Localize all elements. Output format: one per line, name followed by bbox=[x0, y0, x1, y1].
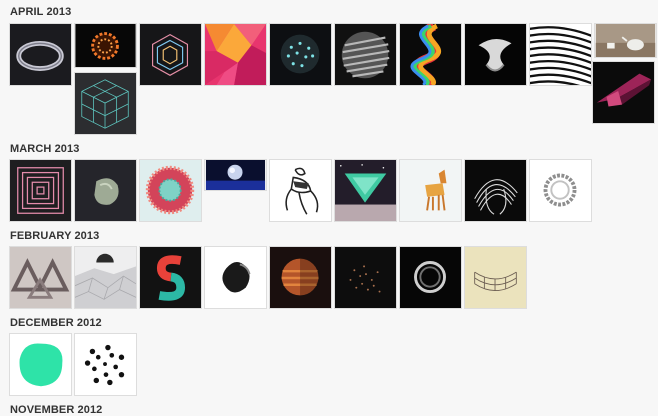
dot-spiral-icon bbox=[75, 334, 136, 395]
planet-icon bbox=[270, 247, 331, 308]
red-teal-s-icon bbox=[140, 247, 201, 308]
dotted-orb-icon bbox=[270, 24, 331, 85]
green-blob-icon bbox=[10, 334, 71, 395]
artwork-thumbnail-pebble[interactable] bbox=[74, 159, 137, 222]
artwork-thumbnail-triangle-marks[interactable] bbox=[9, 246, 72, 309]
floral-ring-icon bbox=[140, 160, 201, 221]
artwork-thumbnail-op-art-waves[interactable] bbox=[529, 23, 592, 86]
magenta-shard-icon bbox=[593, 62, 654, 123]
artwork-thumbnail-low-poly-terrain[interactable] bbox=[74, 246, 137, 309]
particle-cloud-icon bbox=[335, 247, 396, 308]
artwork-thumbnail-wire-cube[interactable] bbox=[74, 72, 137, 135]
artwork-thumbnail-geometric-deer[interactable] bbox=[399, 159, 462, 222]
section-header-february-2013: FEBRUARY 2013 bbox=[10, 230, 100, 242]
artwork-thumbnail-blue-orb[interactable] bbox=[204, 159, 267, 191]
op-art-waves-icon bbox=[530, 24, 591, 85]
artwork-thumbnail-green-triangle[interactable] bbox=[334, 159, 397, 222]
radial-lines-icon bbox=[465, 160, 526, 221]
grey-ring-icon bbox=[530, 160, 591, 221]
section-header-april-2013: APRIL 2013 bbox=[10, 6, 72, 18]
tea-set-icon bbox=[595, 24, 656, 57]
artwork-thumbnail-dot-spiral[interactable] bbox=[74, 333, 137, 396]
artwork-thumbnail-green-blob[interactable] bbox=[9, 333, 72, 396]
white-spiral-icon bbox=[465, 24, 526, 85]
wire-saddle-icon bbox=[465, 247, 526, 308]
green-triangle-icon bbox=[335, 160, 396, 221]
artwork-thumbnail-ring[interactable] bbox=[9, 23, 72, 86]
artwork-thumbnail-planet[interactable] bbox=[269, 246, 332, 309]
artwork-thumbnail-dotted-orb[interactable] bbox=[269, 23, 332, 86]
concentric-squares-icon bbox=[10, 160, 71, 221]
artwork-thumbnail-striped-sphere[interactable] bbox=[334, 23, 397, 86]
low-poly-terrain-icon bbox=[75, 247, 136, 308]
artwork-thumbnail-white-spiral[interactable] bbox=[464, 23, 527, 86]
section-header-november-2012: NOVEMBER 2012 bbox=[10, 404, 103, 416]
triangle-marks-icon bbox=[10, 247, 71, 308]
pink-polygons-icon bbox=[205, 24, 266, 85]
wire-cube-icon bbox=[75, 73, 136, 134]
artwork-thumbnail-grey-ring[interactable] bbox=[529, 159, 592, 222]
artwork-thumbnail-black-blob[interactable] bbox=[204, 246, 267, 309]
chrome-ring-icon bbox=[400, 247, 461, 308]
artwork-thumbnail-concentric-squares[interactable] bbox=[9, 159, 72, 222]
artwork-thumbnail-rainbow-swirl[interactable] bbox=[399, 23, 462, 86]
ring-artwork-icon bbox=[10, 24, 71, 85]
orange-sphere-icon bbox=[75, 24, 136, 67]
artwork-thumbnail-tea-set[interactable] bbox=[594, 23, 657, 58]
artwork-thumbnail-red-teal-s[interactable] bbox=[139, 246, 202, 309]
crystal-icon bbox=[140, 24, 201, 85]
artwork-thumbnail-pink-polygons[interactable] bbox=[204, 23, 267, 86]
archive-page: { "sections": [ {"label":"APRIL 2013"}, … bbox=[0, 0, 658, 416]
artwork-thumbnail-magenta-shard[interactable] bbox=[592, 61, 655, 124]
striped-sphere-icon bbox=[335, 24, 396, 85]
rainbow-swirl-icon bbox=[400, 24, 461, 85]
artwork-thumbnail-orange-sphere[interactable] bbox=[74, 23, 137, 68]
section-header-december-2012: DECEMBER 2012 bbox=[10, 317, 102, 329]
artwork-thumbnail-sketch-figure[interactable] bbox=[269, 159, 332, 222]
artwork-thumbnail-radial-lines[interactable] bbox=[464, 159, 527, 222]
blue-orb-icon bbox=[205, 160, 266, 190]
pebble-icon bbox=[75, 160, 136, 221]
black-blob-icon bbox=[205, 247, 266, 308]
sketch-figure-icon bbox=[270, 160, 331, 221]
artwork-thumbnail-particle-cloud[interactable] bbox=[334, 246, 397, 309]
artwork-thumbnail-crystal[interactable] bbox=[139, 23, 202, 86]
geometric-deer-icon bbox=[400, 160, 461, 221]
artwork-thumbnail-wire-saddle[interactable] bbox=[464, 246, 527, 309]
artwork-thumbnail-floral-ring[interactable] bbox=[139, 159, 202, 222]
section-header-march-2013: MARCH 2013 bbox=[10, 143, 80, 155]
artwork-thumbnail-chrome-ring[interactable] bbox=[399, 246, 462, 309]
